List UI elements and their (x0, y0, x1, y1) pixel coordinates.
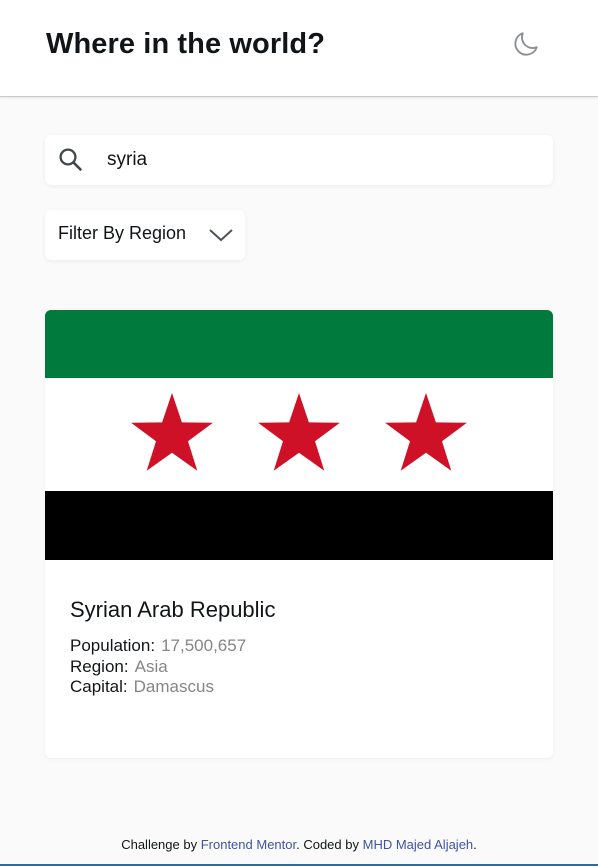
search-icon (59, 148, 82, 171)
author-link[interactable]: MHD Majed Aljajeh (363, 837, 474, 852)
capital-row: Capital: Damascus (70, 676, 214, 697)
population-value: 17,500,657 (161, 636, 247, 655)
capital-value: Damascus (133, 677, 214, 696)
search-input[interactable] (107, 144, 537, 176)
footer-prefix: Challenge by (121, 837, 198, 852)
region-value: Asia (134, 657, 168, 676)
region-row: Region: Asia (70, 656, 168, 677)
theme-toggle-button[interactable] (506, 24, 546, 64)
population-label: Population: (70, 636, 156, 655)
search-box (45, 135, 553, 185)
app-header: Where in the world? (0, 0, 598, 97)
capital-label: Capital: (70, 677, 128, 696)
country-name: Syrian Arab Republic (70, 597, 276, 622)
app-title: Where in the world? (46, 28, 326, 60)
footer-middle: . Coded by (296, 837, 359, 852)
frontend-mentor-link[interactable]: Frontend Mentor (201, 837, 296, 852)
region-label: Region: (70, 657, 129, 676)
attribution-footer: Challenge by Frontend Mentor. Coded by M… (0, 836, 598, 854)
country-card[interactable]: Syrian Arab Republic Population: 17,500,6… (45, 310, 553, 758)
region-filter-dropdown[interactable]: Filter By Region (45, 210, 245, 260)
moon-icon (514, 32, 538, 56)
footer-suffix: . (473, 837, 477, 852)
population-row: Population: 17,500,657 (70, 635, 246, 656)
region-filter-label: Filter By Region (58, 223, 187, 243)
country-flag-image (45, 310, 553, 560)
chevron-down-icon (209, 229, 233, 242)
